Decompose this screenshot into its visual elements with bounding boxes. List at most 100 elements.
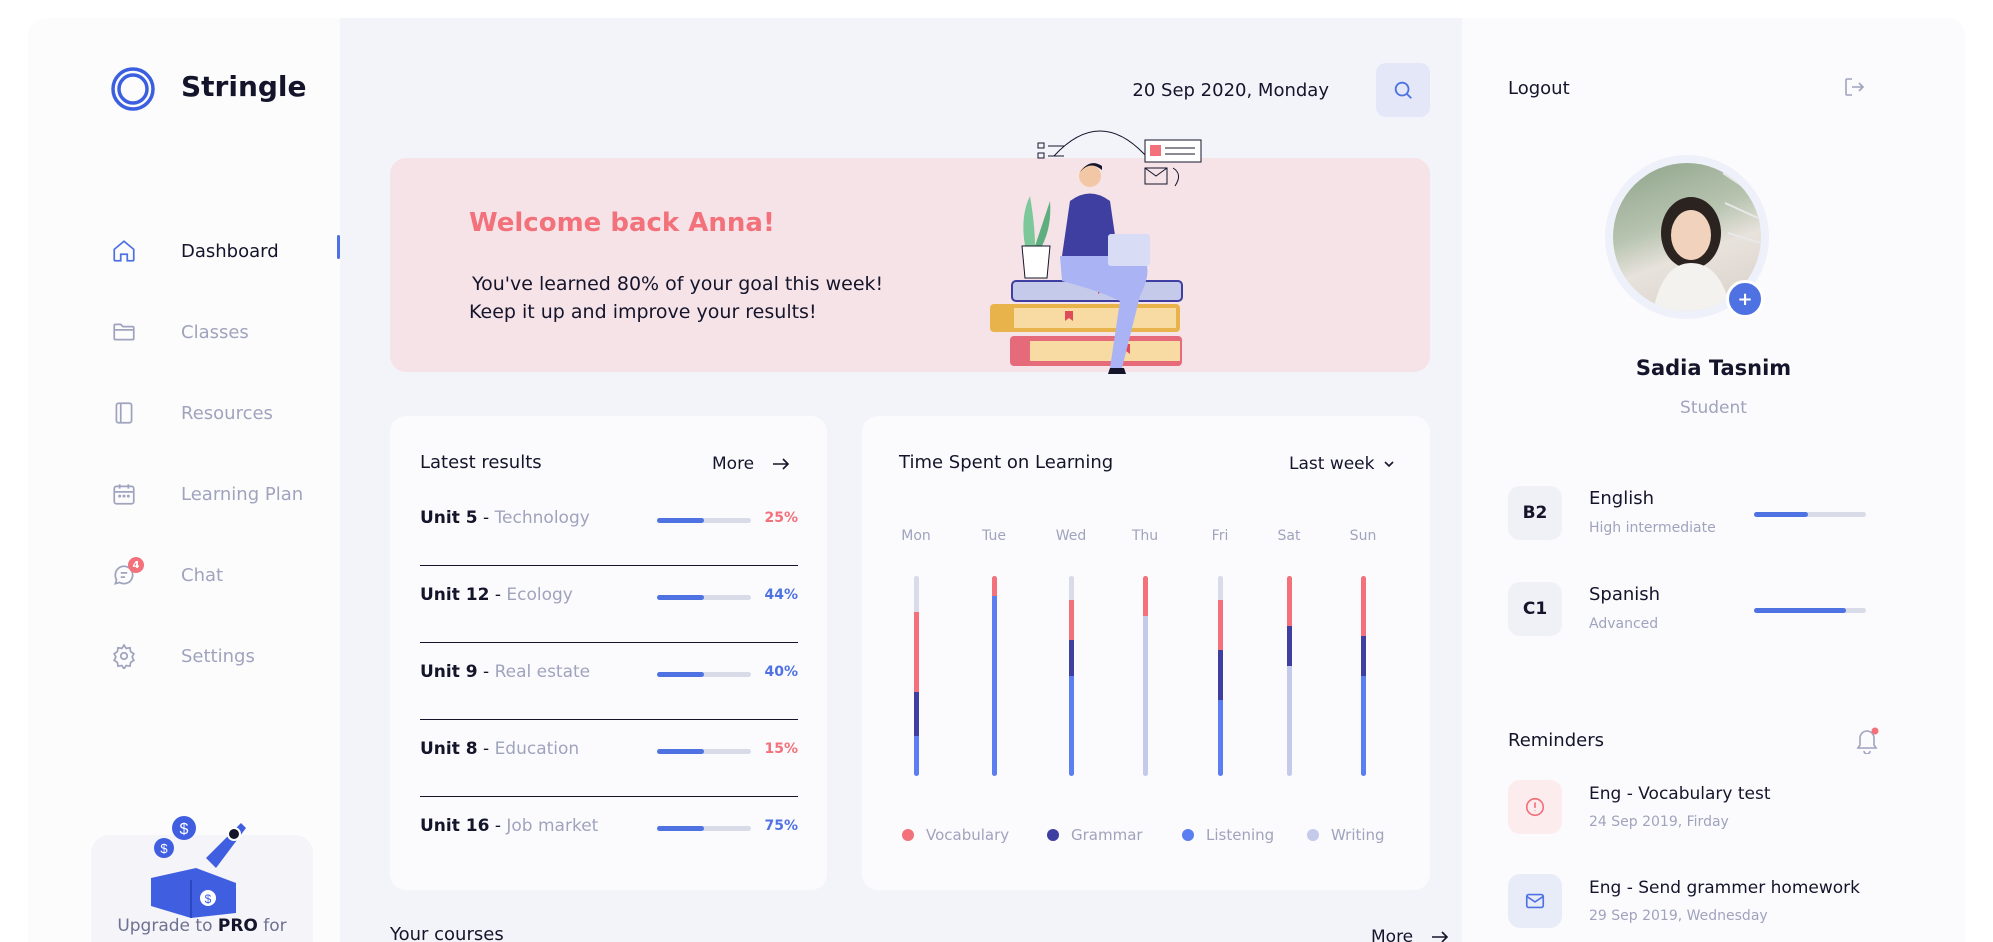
avatar[interactable]: + <box>1605 155 1769 319</box>
day-label-wed: Wed <box>1055 528 1087 544</box>
latest-results-card: Latest results More Unit 5 - Technology … <box>390 416 827 890</box>
language-name: English <box>1589 488 1654 509</box>
day-label-sat: Sat <box>1277 528 1301 544</box>
result-row[interactable]: Unit 8 - Education 15% <box>420 719 798 797</box>
bar-segment-vocabulary <box>1143 576 1148 616</box>
chat-badge: 4 <box>128 557 144 573</box>
reminder-date: 29 Sep 2019, Wednesday <box>1589 908 1768 924</box>
day-label-thu: Thu <box>1131 528 1159 544</box>
welcome-title: Welcome back Anna! <box>469 208 775 238</box>
mail-icon <box>1525 893 1545 909</box>
sidebar-item-learning-plan[interactable]: Learning Plan <box>110 474 340 514</box>
result-progress-fill <box>657 749 704 754</box>
legend-item-vocabulary: Vocabulary <box>902 826 1009 844</box>
result-topic: Technology <box>494 508 590 528</box>
bar-segment-vocabulary <box>1069 600 1074 640</box>
welcome-line-1: You've learned 80% of your goal this wee… <box>472 273 884 295</box>
bar-remainder <box>1069 576 1074 600</box>
reminders-title: Reminders <box>1508 730 1604 751</box>
arrow-right-icon <box>773 458 790 470</box>
result-progress-bar <box>657 518 751 523</box>
search-icon <box>1394 81 1412 99</box>
sidebar-item-chat[interactable]: 4 Chat <box>110 555 340 595</box>
result-unit: Unit 9 <box>420 662 478 682</box>
result-unit: Unit 8 <box>420 739 478 759</box>
chat-icon: 4 <box>110 557 144 589</box>
latest-results-title: Latest results <box>420 452 542 473</box>
result-label: Unit 5 - Technology <box>420 508 590 528</box>
bell-icon[interactable] <box>1854 726 1880 754</box>
bar-segment-listening <box>1361 676 1366 776</box>
main-content: 20 Sep 2020, Monday Welcome back Anna! Y… <box>340 18 1462 942</box>
legend-item-writing: Writing <box>1307 826 1385 844</box>
reminder-item[interactable]: Eng - Vocabulary test 24 Sep 2019, Firda… <box>1508 780 1928 836</box>
result-topic: Job market <box>506 816 599 836</box>
add-photo-button[interactable]: + <box>1726 280 1764 318</box>
language-item-spanish[interactable]: C1 Spanish Advanced <box>1508 582 1888 638</box>
reminder-title: Eng - Vocabulary test <box>1589 784 1771 804</box>
sidebar-item-settings[interactable]: Settings <box>110 636 340 676</box>
language-progress-fill <box>1754 512 1808 517</box>
sidebar-item-resources[interactable]: Resources <box>110 393 340 433</box>
welcome-line-2: Keep it up and improve your results! <box>469 301 817 323</box>
bar-segment-grammar <box>914 692 919 736</box>
legend-dot <box>1307 829 1319 841</box>
bar-segment-vocabulary <box>1287 576 1292 626</box>
rocket-illustration: $ $ $ <box>151 816 246 918</box>
result-topic: Real estate <box>494 662 591 682</box>
upgrade-suffix: for <box>263 916 287 936</box>
result-row[interactable]: Unit 5 - Technology 25% <box>420 488 798 566</box>
svg-text:$: $ <box>205 892 212 906</box>
language-item-english[interactable]: B2 English High intermediate <box>1508 486 1888 542</box>
sidebar-item-dashboard[interactable]: Dashboard <box>110 231 340 271</box>
day-bar-wed <box>1069 576 1074 776</box>
reminder-title: Eng - Send grammer homework <box>1589 878 1860 898</box>
result-unit: Unit 5 <box>420 508 478 528</box>
reminder-icon-box <box>1508 874 1562 928</box>
logo-icon <box>111 67 155 111</box>
sidebar-item-label: Resources <box>181 402 273 424</box>
logout-label[interactable]: Logout <box>1508 78 1570 99</box>
result-row[interactable]: Unit 16 - Job market 75% <box>420 796 798 873</box>
result-row[interactable]: Unit 9 - Real estate 40% <box>420 642 798 720</box>
result-topic: Ecology <box>506 585 573 605</box>
bar-segment-writing <box>1143 616 1148 776</box>
courses-more-link[interactable]: More <box>1371 927 1449 942</box>
svg-text:$: $ <box>180 821 189 838</box>
result-label: Unit 9 - Real estate <box>420 662 591 682</box>
language-level-badge: C1 <box>1508 582 1562 636</box>
legend-dot <box>1182 829 1194 841</box>
upgrade-pro: PRO <box>217 916 258 936</box>
bar-remainder <box>1218 576 1223 600</box>
bar-segment-grammar <box>1287 626 1292 666</box>
result-row[interactable]: Unit 12 - Ecology 44% <box>420 565 798 643</box>
result-unit: Unit 12 <box>420 585 490 605</box>
result-progress-fill <box>657 672 704 677</box>
legend-item-grammar: Grammar <box>1047 826 1143 844</box>
time-chart: Mon Tue Wed Thu Fri Sat Sun <box>862 416 1430 890</box>
welcome-banner: Welcome back Anna! You've learned 80% of… <box>390 130 1430 374</box>
results-more-link[interactable]: More <box>712 454 790 474</box>
more-label: More <box>1371 927 1414 942</box>
bar-segment-vocabulary <box>992 576 997 596</box>
language-name: Spanish <box>1589 584 1661 605</box>
language-level: Advanced <box>1589 616 1659 632</box>
legend-label: Listening <box>1206 826 1275 844</box>
upgrade-text: Upgrade to PRO for <box>91 916 313 936</box>
svg-text:$: $ <box>160 841 168 856</box>
bar-segment-vocabulary <box>1218 600 1223 650</box>
day-bar-tue <box>992 576 997 776</box>
current-date: 20 Sep 2020, Monday <box>1132 80 1329 101</box>
result-percent: 44% <box>764 587 798 603</box>
day-label-fri: Fri <box>1211 528 1229 544</box>
result-percent: 75% <box>764 818 798 834</box>
result-progress-bar <box>657 672 751 677</box>
language-progress-bar <box>1754 608 1866 613</box>
result-label: Unit 12 - Ecology <box>420 585 573 605</box>
logout-icon[interactable] <box>1842 75 1866 99</box>
sidebar-item-label: Settings <box>181 645 255 667</box>
search-button[interactable] <box>1376 63 1430 117</box>
sidebar-item-classes[interactable]: Classes <box>110 312 340 352</box>
bar-segment-vocabulary <box>914 612 919 692</box>
reminder-item[interactable]: Eng - Send grammer homework 29 Sep 2019,… <box>1508 874 1928 930</box>
